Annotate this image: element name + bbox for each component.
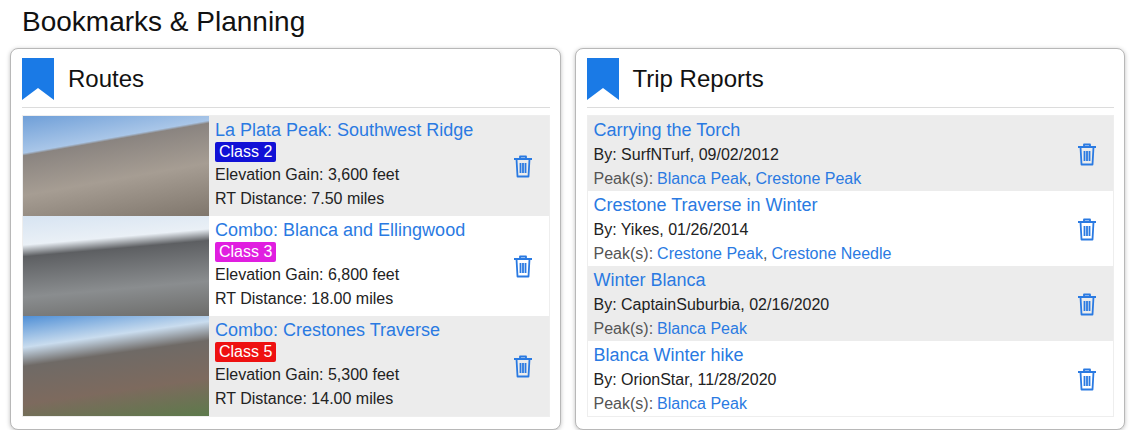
byline: By: CaptainSuburbia, 02/16/2020 <box>594 293 1072 317</box>
peaks: Peak(s):Blanca Peak <box>594 392 1072 416</box>
class-badge: Class 3 <box>215 242 276 262</box>
rt-distance: RT Distance: 7.50 miles <box>215 187 507 211</box>
trip-info: Winter BlancaBy: CaptainSuburbia, 02/16/… <box>588 266 1072 341</box>
byline: By: SurfNTurf, 09/02/2012 <box>594 143 1072 167</box>
byline: By: Yikes, 01/26/2014 <box>594 218 1072 242</box>
class-badge: Class 5 <box>215 342 276 362</box>
trip-report-row: Blanca Winter hikeBy: OrionStar, 11/28/2… <box>588 341 1114 416</box>
trip-reports-card: Trip Reports Carrying the TorchBy: SurfNT… <box>575 48 1126 430</box>
page-title: Bookmarks & Planning <box>22 0 1125 44</box>
page: Bookmarks & Planning Routes La Plata Peak:… <box>0 0 1135 430</box>
peak-link[interactable]: Crestone Peak <box>657 245 763 262</box>
peaks-label: Peak(s): <box>594 320 654 337</box>
trash-icon <box>513 154 533 178</box>
peak-separator: , <box>763 245 767 262</box>
delete-button[interactable] <box>1071 367 1113 391</box>
trash-icon <box>1077 142 1097 166</box>
delete-button[interactable] <box>507 254 549 278</box>
trip-report-link[interactable]: Crestone Traverse in Winter <box>594 193 1072 218</box>
card-header: Routes <box>22 58 550 108</box>
delete-button[interactable] <box>1071 217 1113 241</box>
peak-separator: , <box>747 170 751 187</box>
route-info: Combo: Crestones TraverseClass 5Elevatio… <box>209 316 507 416</box>
delete-button[interactable] <box>1071 292 1113 316</box>
route-photo[interactable] <box>23 116 209 216</box>
trash-icon <box>513 254 533 278</box>
bookmark-icon <box>587 58 619 100</box>
trip-report-link[interactable]: Blanca Winter hike <box>594 343 1072 368</box>
card-title: Trip Reports <box>633 65 764 93</box>
delete-button[interactable] <box>1071 142 1113 166</box>
class-badge: Class 2 <box>215 142 276 162</box>
route-row: Combo: Crestones TraverseClass 5Elevatio… <box>23 316 549 416</box>
card-title: Routes <box>68 65 144 93</box>
route-info: La Plata Peak: Southwest RidgeClass 2Ele… <box>209 116 507 216</box>
route-info: Combo: Blanca and EllingwoodClass 3Eleva… <box>209 216 507 316</box>
elevation-gain: Elevation Gain: 5,300 feet <box>215 363 507 387</box>
rt-distance: RT Distance: 18.00 miles <box>215 287 507 311</box>
route-link[interactable]: La Plata Peak: Southwest Ridge <box>215 119 507 141</box>
trash-icon <box>1077 217 1097 241</box>
trash-icon <box>1077 292 1097 316</box>
delete-button[interactable] <box>507 154 549 178</box>
route-row: La Plata Peak: Southwest RidgeClass 2Ele… <box>23 116 549 216</box>
byline: By: OrionStar, 11/28/2020 <box>594 368 1072 392</box>
bookmark-icon <box>22 58 54 100</box>
peak-link[interactable]: Crestone Needle <box>771 245 891 262</box>
routes-card: RoutesLa Plata Peak: Southwest RidgeClas… <box>10 48 561 430</box>
route-row: Combo: Blanca and EllingwoodClass 3Eleva… <box>23 216 549 316</box>
peaks-label: Peak(s): <box>594 395 654 412</box>
route-list: La Plata Peak: Southwest RidgeClass 2Ele… <box>22 115 550 417</box>
route-link[interactable]: Combo: Crestones Traverse <box>215 319 507 341</box>
peak-link[interactable]: Blanca Peak <box>657 395 747 412</box>
peaks: Peak(s):Crestone Peak,Crestone Needle <box>594 242 1072 266</box>
delete-button[interactable] <box>507 354 549 378</box>
trip-report-link[interactable]: Winter Blanca <box>594 268 1072 293</box>
elevation-gain: Elevation Gain: 6,800 feet <box>215 263 507 287</box>
trip-report-row: Carrying the TorchBy: SurfNTurf, 09/02/2… <box>588 116 1114 191</box>
elevation-gain: Elevation Gain: 3,600 feet <box>215 163 507 187</box>
trash-icon <box>1077 367 1097 391</box>
peaks-label: Peak(s): <box>594 170 654 187</box>
peak-link[interactable]: Blanca Peak <box>657 320 747 337</box>
peak-link[interactable]: Crestone Peak <box>755 170 861 187</box>
peaks: Peak(s):Blanca Peak <box>594 317 1072 341</box>
trip-report-row: Crestone Traverse in WinterBy: Yikes, 01… <box>588 191 1114 266</box>
trip-report-list: Carrying the TorchBy: SurfNTurf, 09/02/2… <box>587 115 1115 417</box>
rt-distance: RT Distance: 14.00 miles <box>215 387 507 411</box>
route-photo[interactable] <box>23 316 209 416</box>
trip-report-link[interactable]: Carrying the Torch <box>594 118 1072 143</box>
trip-report-row: Winter BlancaBy: CaptainSuburbia, 02/16/… <box>588 266 1114 341</box>
peaks: Peak(s):Blanca Peak,Crestone Peak <box>594 167 1072 191</box>
trash-icon <box>513 354 533 378</box>
cards: RoutesLa Plata Peak: Southwest RidgeClas… <box>10 48 1125 430</box>
route-photo[interactable] <box>23 216 209 316</box>
card-header: Trip Reports <box>587 58 1115 108</box>
trip-info: Carrying the TorchBy: SurfNTurf, 09/02/2… <box>588 116 1072 191</box>
trip-info: Blanca Winter hikeBy: OrionStar, 11/28/2… <box>588 341 1072 416</box>
peaks-label: Peak(s): <box>594 245 654 262</box>
route-link[interactable]: Combo: Blanca and Ellingwood <box>215 219 507 241</box>
peak-link[interactable]: Blanca Peak <box>657 170 747 187</box>
trip-info: Crestone Traverse in WinterBy: Yikes, 01… <box>588 191 1072 266</box>
